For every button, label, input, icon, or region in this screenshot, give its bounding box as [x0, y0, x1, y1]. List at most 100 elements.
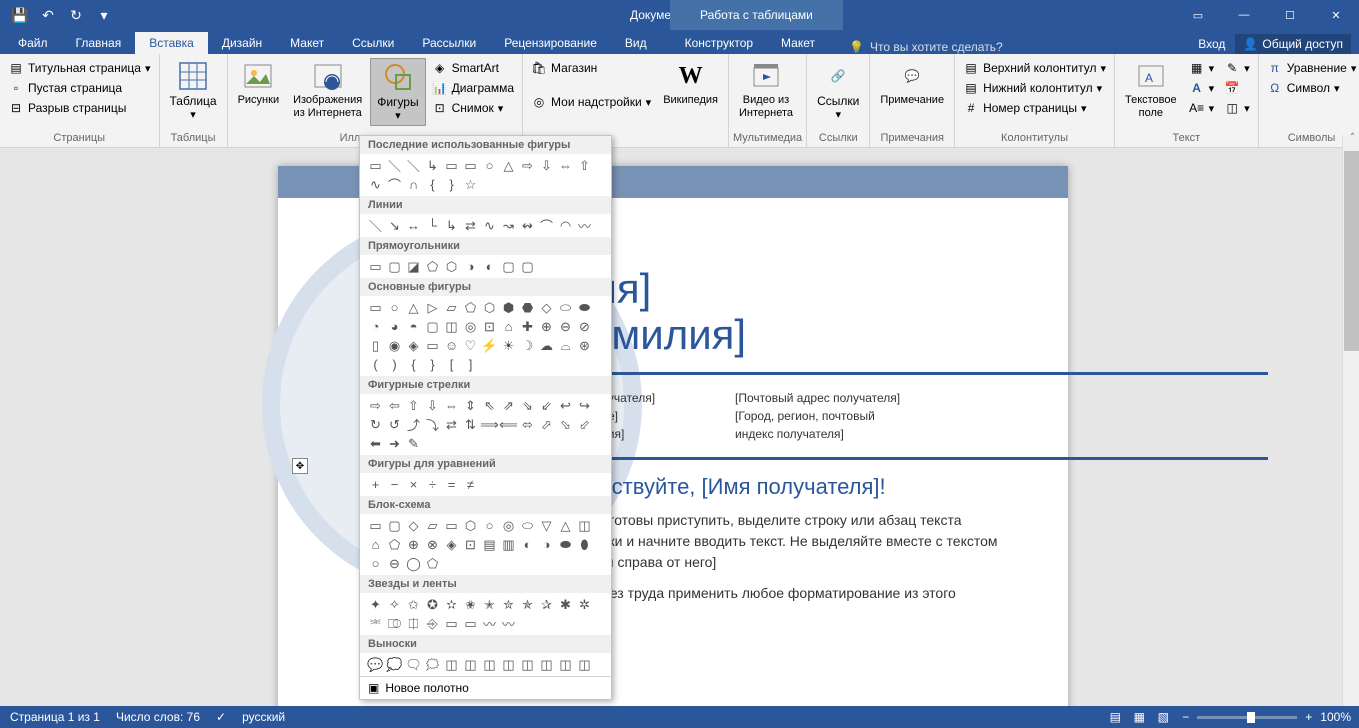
view-web-icon[interactable]: ▧: [1152, 707, 1174, 727]
shape-item[interactable]: ✱: [556, 595, 575, 614]
shape-item[interactable]: 〰: [480, 614, 499, 633]
close-icon[interactable]: ✕: [1313, 0, 1359, 30]
shape-elbow[interactable]: └: [423, 216, 442, 235]
shape-item[interactable]: ◑: [537, 535, 556, 554]
screenshot-button[interactable]: ⊡Снимок▾: [428, 98, 518, 118]
shape-item[interactable]: ⬠: [423, 554, 442, 573]
shape-item[interactable]: ☽: [518, 336, 537, 355]
table-button[interactable]: Таблица▾: [164, 58, 223, 124]
share-button[interactable]: 👤 Общий доступ: [1235, 34, 1351, 54]
shape-item[interactable]: ▭: [461, 614, 480, 633]
shape-div[interactable]: ÷: [423, 475, 442, 494]
shape-item[interactable]: ⬠: [461, 298, 480, 317]
shape-item[interactable]: ◉: [385, 336, 404, 355]
shape-item[interactable]: 〰: [499, 614, 518, 633]
shape-curve-darrow[interactable]: ↭: [518, 216, 537, 235]
shape-item[interactable]: ⬂: [556, 415, 575, 434]
shape-item[interactable]: ⚡: [480, 336, 499, 355]
shape-item[interactable]: ↺: [385, 415, 404, 434]
shape-item[interactable]: ▭: [366, 516, 385, 535]
shape-item[interactable]: ⇔: [442, 396, 461, 415]
shape-item[interactable]: ◓: [404, 317, 423, 336]
shape-item[interactable]: ◇: [537, 298, 556, 317]
shape-item[interactable]: △: [404, 298, 423, 317]
shape-mult[interactable]: ×: [404, 475, 423, 494]
shape-item[interactable]: ✧: [385, 595, 404, 614]
shape-item[interactable]: ⊘: [575, 317, 594, 336]
shape-item[interactable]: ⊕: [537, 317, 556, 336]
shape-item[interactable]: ✎: [404, 434, 423, 453]
shape-item[interactable]: (: [366, 355, 385, 374]
zoom-in-button[interactable]: +: [1305, 710, 1312, 724]
page-break-button[interactable]: ⊟Разрыв страницы: [4, 98, 155, 118]
shape-freeform2[interactable]: ◠: [556, 216, 575, 235]
shape-round1[interactable]: ◑: [461, 257, 480, 276]
shape-item[interactable]: ]: [461, 355, 480, 374]
ribbon-options-icon[interactable]: ▭: [1175, 0, 1221, 30]
shape-line-darrow[interactable]: ↔: [404, 216, 423, 235]
shape-roundsnip[interactable]: ▢: [499, 257, 518, 276]
shape-item[interactable]: ⬄: [518, 415, 537, 434]
shape-item[interactable]: ▯: [366, 336, 385, 355]
links-button[interactable]: 🔗 Ссылки▾: [811, 58, 865, 124]
shape-item[interactable]: ▭: [442, 614, 461, 633]
scrollbar-thumb[interactable]: [1344, 151, 1359, 351]
shape-item[interactable]: ⇄: [442, 415, 461, 434]
shape-item[interactable]: ◫: [556, 655, 575, 674]
shape-item[interactable]: ): [385, 355, 404, 374]
undo-icon[interactable]: ↶: [36, 3, 60, 27]
shape-item[interactable]: ⬬: [575, 298, 594, 317]
status-page[interactable]: Страница 1 из 1: [10, 710, 100, 724]
shape-item[interactable]: ⎄: [385, 614, 404, 633]
shape-arc[interactable]: ⌒: [385, 175, 404, 194]
shape-item[interactable]: ⬠: [385, 535, 404, 554]
zoom-out-button[interactable]: −: [1182, 710, 1189, 724]
page-number-button[interactable]: #Номер страницы ▾: [959, 98, 1110, 118]
shape-item[interactable]: ◫: [461, 655, 480, 674]
vertical-scrollbar[interactable]: [1342, 135, 1359, 706]
shape-item[interactable]: ▭: [423, 336, 442, 355]
shape-item[interactable]: ▭: [442, 516, 461, 535]
shape-neq[interactable]: ≠: [461, 475, 480, 494]
shape-item[interactable]: ◇: [404, 516, 423, 535]
shape-item[interactable]: ◈: [404, 336, 423, 355]
shape-item[interactable]: ✯: [518, 595, 537, 614]
shape-item[interactable]: ⬭: [518, 516, 537, 535]
shape-item[interactable]: ⬡: [480, 298, 499, 317]
shape-item[interactable]: ▷: [423, 298, 442, 317]
shape-item[interactable]: ♡: [461, 336, 480, 355]
shape-item[interactable]: ⇦: [385, 396, 404, 415]
shape-oval[interactable]: ○: [480, 156, 499, 175]
shape-item[interactable]: ☺: [442, 336, 461, 355]
online-video-button[interactable]: Видео из Интернета: [733, 58, 799, 122]
shape-snip2[interactable]: ⬠: [423, 257, 442, 276]
tab-design[interactable]: Дизайн: [208, 32, 276, 54]
shape-item[interactable]: ⬣: [518, 298, 537, 317]
shape-item[interactable]: ☀: [499, 336, 518, 355]
shape-arrow-u[interactable]: ⇧: [575, 156, 594, 175]
quickparts-button[interactable]: ▦▾: [1185, 58, 1219, 78]
shape-item[interactable]: ✚: [518, 317, 537, 336]
shape-item[interactable]: 🗯: [423, 655, 442, 674]
tab-file[interactable]: Файл: [4, 32, 62, 54]
shape-item[interactable]: ◎: [499, 516, 518, 535]
shape-item[interactable]: 🗨: [404, 655, 423, 674]
textbox-button[interactable]: A Текстовое поле: [1119, 58, 1183, 122]
shape-item[interactable]: ⤵: [423, 415, 442, 434]
shape-item[interactable]: ⌂: [366, 535, 385, 554]
shape-arrow-d[interactable]: ⇩: [537, 156, 556, 175]
shape-item[interactable]: ⊖: [556, 317, 575, 336]
shape-item[interactable]: ↪: [575, 396, 594, 415]
shape-rect[interactable]: ▭: [366, 257, 385, 276]
shape-item[interactable]: ◈: [442, 535, 461, 554]
shape-item[interactable]: ⌓: [556, 336, 575, 355]
shape-item[interactable]: ⎃: [366, 614, 385, 633]
shape-item[interactable]: ✦: [366, 595, 385, 614]
shape-roundrect[interactable]: ▢: [385, 257, 404, 276]
tab-insert[interactable]: Вставка: [135, 32, 208, 54]
blank-page-button[interactable]: ▫Пустая страница: [4, 78, 155, 98]
minimize-icon[interactable]: —: [1221, 0, 1267, 30]
signature-button[interactable]: ✎▾: [1220, 58, 1254, 78]
my-addins-button[interactable]: ◎Мои надстройки ▾: [527, 92, 655, 112]
shape-curve[interactable]: ∿: [480, 216, 499, 235]
